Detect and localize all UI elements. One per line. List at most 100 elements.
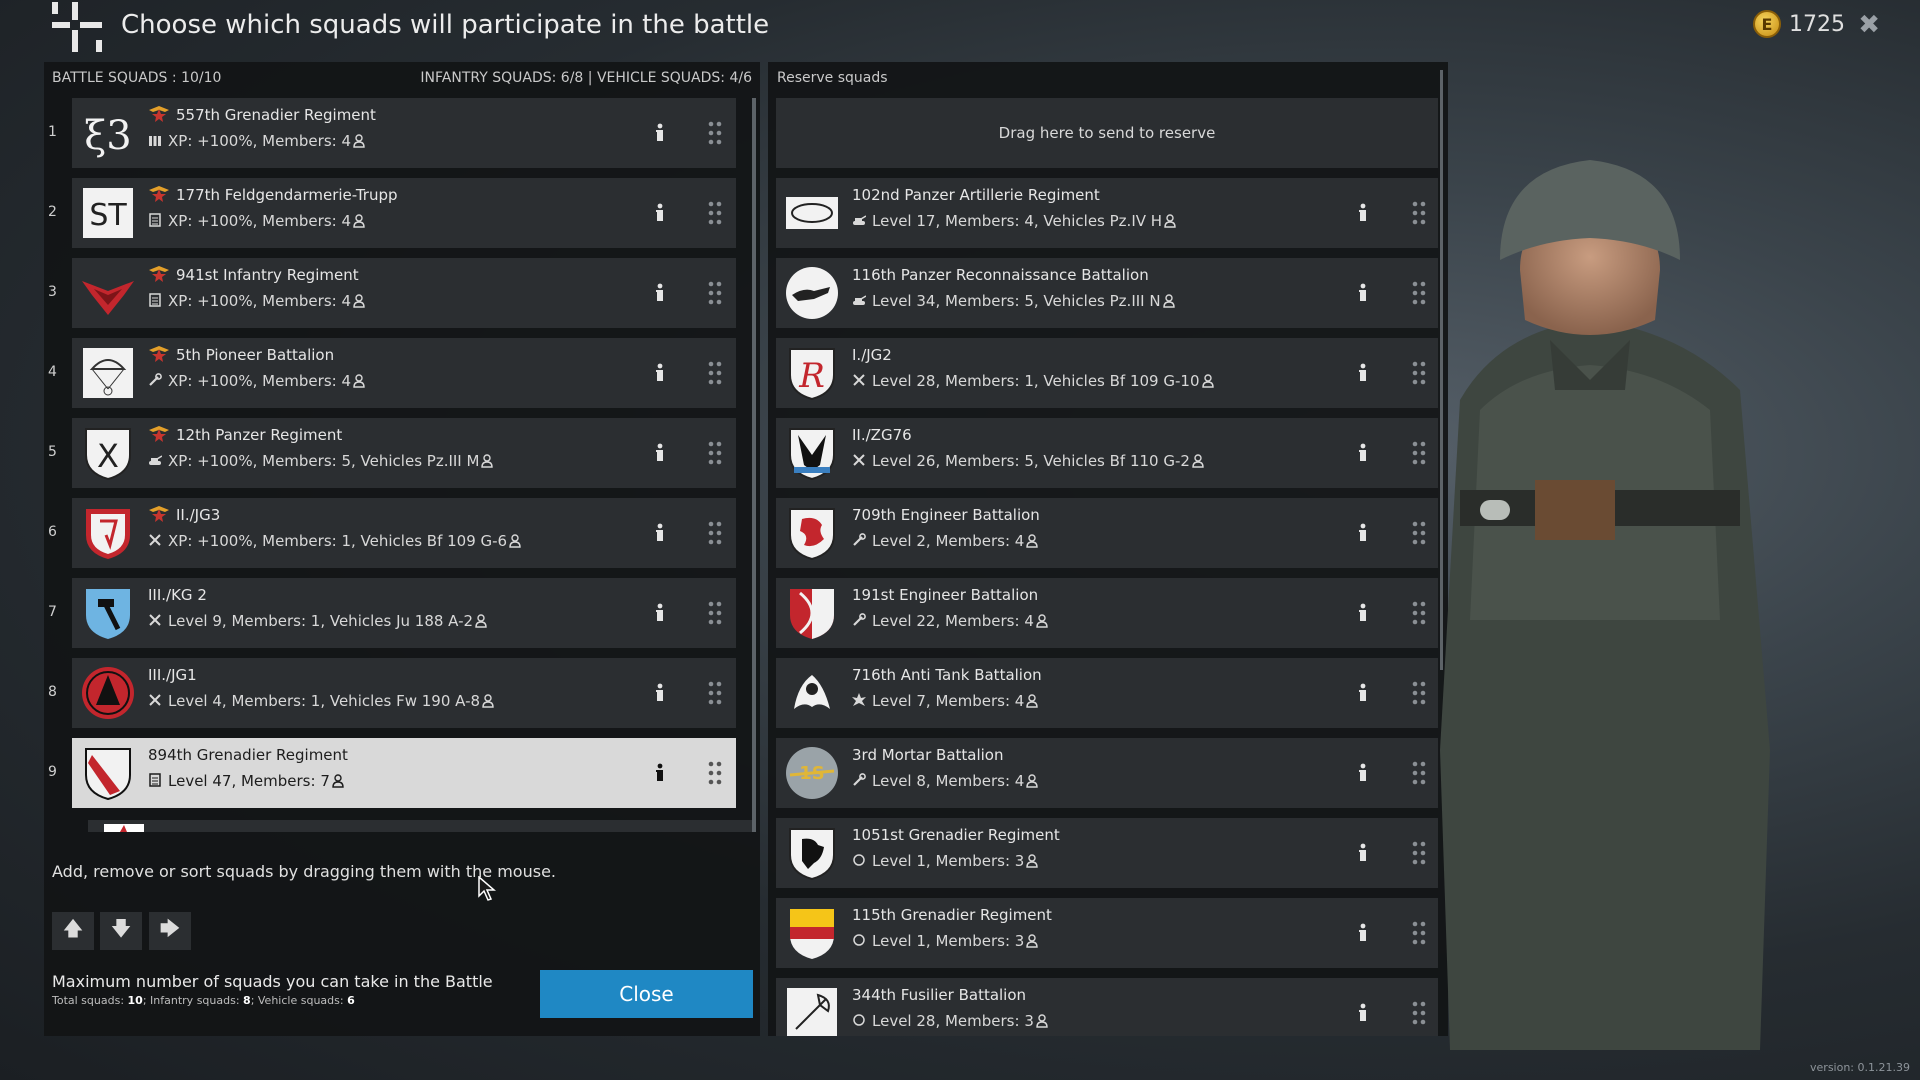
battle-squad-row[interactable]: II./JG3 XP: +100%, Members: 1, Vehicles B… [72,498,736,568]
drag-handle-icon[interactable] [1412,520,1426,546]
info-icon[interactable] [1357,683,1369,703]
info-icon[interactable] [654,363,666,383]
drag-handle-icon[interactable] [1412,1000,1426,1026]
member-icon [1192,454,1204,468]
rifle-icon [149,773,161,787]
info-icon[interactable] [654,203,666,223]
drag-handle-icon[interactable] [1412,840,1426,866]
close-button[interactable]: Close [540,970,753,1018]
plane-icon [853,374,865,386]
info-icon[interactable] [1357,523,1369,543]
reserve-squad-row[interactable]: 1S 3rd Mortar Battalion Level 8, Members: … [776,738,1438,808]
member-icon [482,694,494,708]
squad-name: 5th Pioneer Battalion [148,346,334,364]
move-to-reserve-button[interactable]: 🡆 [149,912,191,950]
drag-handle-icon[interactable] [1412,280,1426,306]
drag-handle-icon[interactable] [708,760,722,786]
reserve-squad-row[interactable]: 1051st Grenadier Regiment Level 1, Member… [776,818,1438,888]
squad-stats: XP: +100%, Members: 1, Vehicles Bf 109 G… [148,532,521,550]
info-icon[interactable] [1357,923,1369,943]
reserve-squad-row[interactable]: 102nd Panzer Artillerie Regiment Level 17… [776,178,1438,248]
info-icon[interactable] [654,603,666,623]
info-icon[interactable] [1357,763,1369,783]
info-icon[interactable] [1357,443,1369,463]
reserve-squad-row[interactable]: 709th Engineer Battalion Level 2, Members… [776,498,1438,568]
drag-handle-icon[interactable] [1412,200,1426,226]
info-icon[interactable] [654,283,666,303]
drag-handle-icon[interactable] [1412,600,1426,626]
gold-amount: 1725 [1789,11,1845,37]
drag-handle-icon[interactable] [708,200,722,226]
e13-emblem-icon: ξ3 [84,113,131,159]
arrow-right-icon: 🡆 [159,916,181,940]
drag-handle-icon[interactable] [1412,920,1426,946]
drag-handle-icon[interactable] [1412,760,1426,786]
soldier-character-image [1440,160,1770,1050]
drag-handle-icon[interactable] [708,520,722,546]
battle-squad-row[interactable]: 941st Infantry Regiment XP: +100%, Member… [72,258,736,328]
reserve-squad-row[interactable]: 116th Panzer Reconnaissance Battalion Lev… [776,258,1438,328]
info-icon[interactable] [1357,603,1369,623]
drag-handle-icon[interactable] [1412,680,1426,706]
battle-squad-row[interactable]: 5th Pioneer Battalion XP: +100%, Members:… [72,338,736,408]
plane-icon [853,454,865,466]
move-up-button[interactable]: 🡅 [52,912,94,950]
gold-balance: E 1725 [1753,10,1845,38]
wrench-icon [853,773,866,786]
squad-stats: Level 1, Members: 3 [852,852,1039,870]
battle-squad-row[interactable]: ST 177th Feldgendarmerie-Trupp XP: +100%, … [72,178,736,248]
plane-icon [149,694,161,706]
battle-squad-row[interactable]: X 12th Panzer Regiment XP: +100%, Members:… [72,418,736,488]
drag-handle-icon[interactable] [708,680,722,706]
squad-name: 557th Grenadier Regiment [148,106,376,124]
drag-handle-icon[interactable] [708,120,722,146]
drag-handle-icon[interactable] [708,600,722,626]
info-icon[interactable] [1357,203,1369,223]
member-icon [1026,534,1039,548]
svg-text:ST: ST [89,198,127,233]
drag-handle-icon[interactable] [1412,440,1426,466]
drag-handle-icon[interactable] [1412,360,1426,386]
info-icon[interactable] [1357,1003,1369,1023]
battle-squad-row[interactable]: 894th Grenadier Regiment Level 47, Member… [72,738,736,808]
squad-stats: Level 9, Members: 1, Vehicles Ju 188 A-2 [148,612,487,630]
info-icon[interactable] [654,443,666,463]
info-icon[interactable] [654,523,666,543]
info-icon[interactable] [1357,363,1369,383]
reserve-squad-row[interactable]: 115th Grenadier Regiment Level 1, Members… [776,898,1438,968]
info-icon[interactable] [1357,283,1369,303]
drag-handle-icon[interactable] [708,280,722,306]
reserve-squad-row[interactable]: 191st Engineer Battalion Level 22, Member… [776,578,1438,648]
battle-squad-row[interactable]: ξ3 557th Grenadier Regiment XP: +100%, Mem… [72,98,736,168]
parachute-emblem-icon [83,348,133,398]
squad-name: I./JG2 [852,346,892,364]
squad-name: 709th Engineer Battalion [852,506,1040,524]
squad-stats: Level 28, Members: 1, Vehicles Bf 109 G-… [852,372,1214,390]
info-icon[interactable] [654,683,666,703]
close-icon[interactable]: ✖ [1858,10,1880,40]
rifle-icon [149,293,161,307]
reserve-squad-row[interactable]: II./ZG76 Level 26, Members: 5, Vehicles B… [776,418,1438,488]
reserve-squad-row[interactable]: 344th Fusilier Battalion Level 28, Member… [776,978,1438,1036]
member-icon [1036,614,1048,628]
squad-name: 1051st Grenadier Regiment [852,826,1060,844]
scrollbar[interactable] [752,98,756,832]
drag-handle-icon[interactable] [708,360,722,386]
info-icon[interactable] [1357,843,1369,863]
reserve-squad-row[interactable]: R I./JG2 Level 28, Members: 1, Vehicles Bf… [776,338,1438,408]
greyhound-emblem-icon [786,267,838,319]
list-item-partial[interactable] [88,820,752,832]
squad-stats: Level 28, Members: 3 [852,1012,1048,1030]
move-down-button[interactable]: 🡇 [100,912,142,950]
squad-name: 3rd Mortar Battalion [852,746,1004,764]
battle-squad-row[interactable]: III./KG 2 Level 9, Members: 1, Vehicles J… [72,578,736,648]
member-icon [353,374,365,388]
reserve-squad-row[interactable]: 716th Anti Tank Battalion Level 7, Member… [776,658,1438,728]
svg-text:R: R [798,356,825,396]
info-icon[interactable] [654,123,666,143]
info-icon[interactable] [654,763,666,783]
battle-squad-row[interactable]: III./JG1 Level 4, Members: 1, Vehicles Fw… [72,658,736,728]
page-title: Choose which squads will participate in … [121,10,770,40]
striped-shield-emblem-icon [85,748,131,801]
drag-handle-icon[interactable] [708,440,722,466]
